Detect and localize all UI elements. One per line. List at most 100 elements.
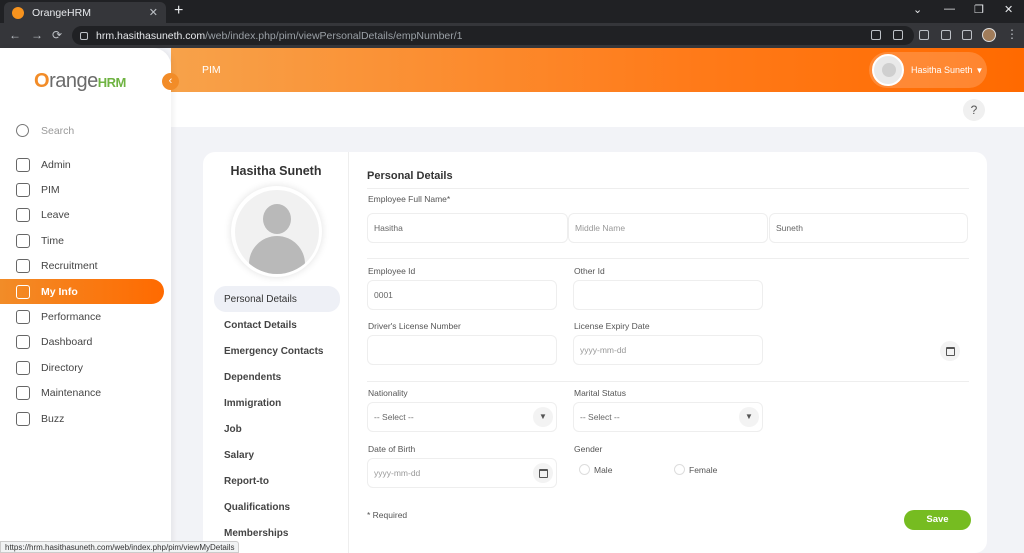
personal-details-form: Personal Details Employee Full Name* Has… [349, 152, 987, 553]
sidebar-item-dashboard[interactable]: Dashboard [0, 330, 171, 355]
sidebar-item-my-info[interactable]: My Info [0, 278, 164, 305]
dob-input[interactable]: yyyy-mm-dd [367, 458, 557, 488]
sidebar-item-time[interactable]: Time [0, 228, 171, 253]
gender-male-radio[interactable] [579, 464, 590, 475]
save-button[interactable]: Save [904, 510, 971, 530]
pim-icon [16, 183, 30, 198]
tab-qualifications[interactable]: Qualifications [214, 494, 340, 520]
license-expiry-input[interactable]: yyyy-mm-dd [573, 335, 763, 365]
gender-female-radio[interactable] [674, 464, 685, 475]
sidebar-search[interactable]: Search [16, 124, 74, 137]
nationality-label: Nationality [368, 388, 408, 398]
tab-job[interactable]: Job [214, 416, 340, 442]
tab-report-to[interactable]: Report-to [214, 468, 340, 494]
browser-tab[interactable]: OrangeHRM ✕ [4, 2, 166, 23]
browser-profile-avatar[interactable] [982, 28, 996, 42]
close-window-button[interactable]: ✕ [1004, 3, 1013, 16]
buzz-icon [16, 411, 30, 426]
form-title: Personal Details [367, 170, 453, 182]
user-dropdown[interactable]: Hasitha Suneth ▼ [869, 52, 987, 88]
sidebar-item-recruitment[interactable]: Recruitment [0, 254, 171, 279]
reload-button[interactable]: ⟳ [52, 28, 62, 42]
sidebar-item-directory[interactable]: Directory [0, 355, 171, 380]
sidebar-item-leave[interactable]: Leave [0, 203, 171, 228]
caret-down-icon: ▼ [975, 65, 984, 75]
share-icon[interactable] [871, 30, 881, 40]
license-input[interactable] [367, 335, 557, 365]
lock-icon[interactable] [80, 31, 88, 40]
search-placeholder: Search [41, 124, 75, 137]
new-tab-button[interactable]: + [174, 2, 183, 20]
calendar-icon[interactable] [940, 341, 960, 361]
sidebar: OrangeHRM Search Admin PIM Leave Time Re… [0, 48, 171, 553]
avatar-placeholder-icon [234, 189, 319, 274]
tab-title: OrangeHRM [32, 6, 91, 19]
url-host: hrm.hasithasuneth.com [96, 29, 206, 42]
chevron-down-icon[interactable]: ▼ [739, 407, 759, 427]
forward-button[interactable]: → [31, 28, 43, 42]
sidebar-item-buzz[interactable]: Buzz [0, 406, 171, 431]
sidebar-item-maintenance[interactable]: Maintenance [0, 381, 171, 406]
browser-toolbar: ← → ⟳ hrm.hasithasuneth.com /web/index.p… [0, 23, 1024, 48]
required-note: * Required [367, 510, 408, 520]
extensions-icon[interactable] [941, 30, 951, 40]
search-icon [16, 124, 29, 137]
marital-status-label: Marital Status [574, 388, 626, 398]
sidebar-item-pim[interactable]: PIM [0, 177, 171, 202]
help-button[interactable]: ? [963, 99, 985, 121]
bookmark-star-icon[interactable] [893, 30, 903, 40]
address-bar[interactable]: hrm.hasithasuneth.com /web/index.php/pim… [72, 26, 914, 45]
license-expiry-label: License Expiry Date [574, 321, 650, 331]
sidebar-collapse-button[interactable]: ‹ [162, 73, 179, 90]
maximize-button[interactable]: ❐ [974, 3, 984, 16]
dob-label: Date of Birth [368, 444, 416, 454]
sidebar-item-performance[interactable]: Performance [0, 304, 171, 329]
directory-icon [16, 360, 30, 375]
tab-dependents[interactable]: Dependents [214, 364, 340, 390]
tab-contact-details[interactable]: Contact Details [214, 312, 340, 338]
last-name-input[interactable]: Suneth [769, 213, 968, 243]
url-path: /web/index.php/pim/viewPersonalDetails/e… [205, 29, 463, 42]
dashboard-icon [16, 335, 30, 350]
sidebar-item-admin[interactable]: Admin [0, 152, 171, 177]
chevron-down-icon[interactable]: ▼ [533, 407, 553, 427]
sidebar-menu: Admin PIM Leave Time Recruitment My Info… [0, 152, 171, 431]
performance-icon [16, 310, 30, 325]
marital-status-select[interactable]: -- Select -- [573, 402, 763, 432]
first-name-input[interactable]: Hasitha [367, 213, 568, 243]
gender-female-label: Female [689, 465, 718, 475]
divider [367, 381, 969, 382]
gender-male-label: Male [594, 465, 613, 475]
browser-tab-bar: OrangeHRM ✕ + ⌄ — ❐ ✕ [0, 0, 1024, 23]
employee-id-input[interactable]: 0001 [367, 280, 557, 310]
minimize-button[interactable]: — [944, 3, 955, 15]
tab-immigration[interactable]: Immigration [214, 390, 340, 416]
orangehrm-favicon-icon [12, 6, 24, 19]
side-panel-icon[interactable] [962, 30, 972, 40]
employee-photo[interactable] [231, 186, 322, 277]
gender-label: Gender [574, 444, 603, 454]
camera-icon[interactable] [919, 30, 929, 40]
divider [367, 258, 969, 259]
tab-salary[interactable]: Salary [214, 442, 340, 468]
employee-profile-panel: Hasitha Suneth Personal Details Contact … [203, 152, 349, 553]
browser-status-bar: https://hrm.hasithasuneth.com/web/index.… [0, 541, 240, 553]
other-id-label: Other Id [574, 266, 605, 276]
middle-name-input[interactable]: Middle Name [568, 213, 768, 243]
orangehrm-logo[interactable]: OrangeHRM [34, 70, 126, 93]
nationality-select[interactable]: -- Select -- [367, 402, 557, 432]
time-icon [16, 233, 30, 248]
calendar-icon[interactable] [533, 463, 553, 483]
divider [367, 188, 969, 189]
tab-personal-details[interactable]: Personal Details [214, 286, 340, 312]
back-button[interactable]: ← [9, 28, 21, 42]
employee-card: Hasitha Suneth Personal Details Contact … [203, 152, 987, 553]
close-tab-icon[interactable]: ✕ [149, 6, 158, 19]
other-id-input[interactable] [573, 280, 763, 310]
browser-menu-icon[interactable]: ⋮ [1006, 27, 1018, 41]
top-header: PIM Hasitha Suneth ▼ [171, 48, 1024, 92]
admin-icon [16, 157, 30, 172]
tab-search-icon[interactable]: ⌄ [913, 3, 922, 16]
leave-icon [16, 208, 30, 223]
tab-emergency-contacts[interactable]: Emergency Contacts [214, 338, 340, 364]
